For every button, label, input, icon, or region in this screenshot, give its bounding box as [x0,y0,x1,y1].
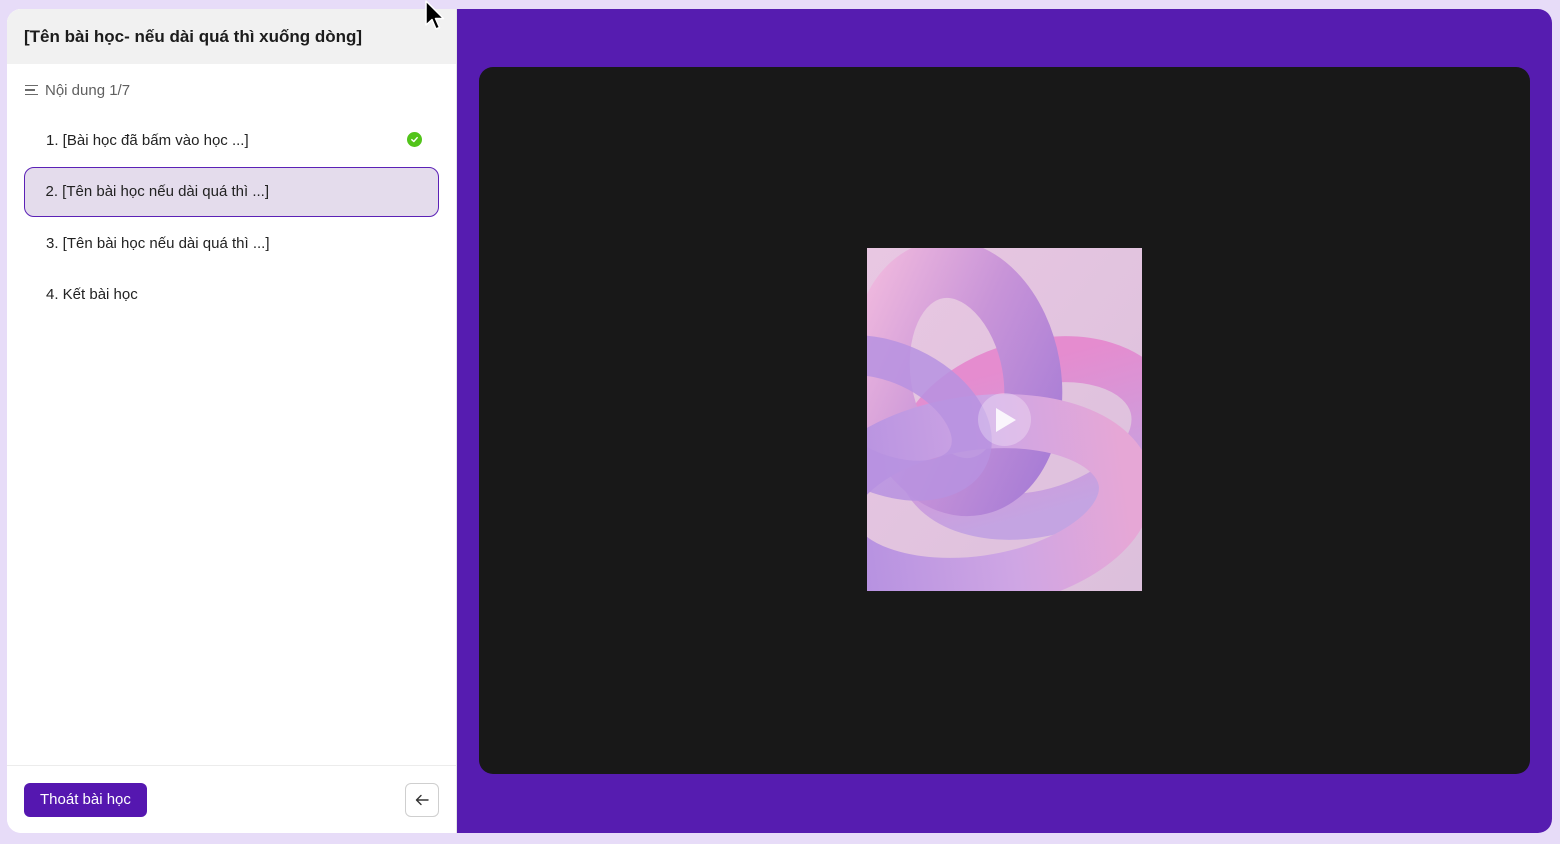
lesson-item-3[interactable]: 3. [Tên bài học nếu dài quá thì ...] [24,218,439,268]
lesson-title: [Tên bài học- nếu dài quá thì xuống dòng… [24,26,363,46]
lesson-item-1[interactable]: 1. [Bài học đã bấm vào học ...] [24,115,439,165]
play-icon [995,407,1016,432]
content-counter-label: Nội dung 1/7 [45,81,131,99]
lesson-sidebar: [Tên bài học- nếu dài quá thì xuống dòng… [7,9,457,833]
play-button[interactable] [978,393,1031,446]
exit-lesson-button[interactable]: Thoát bài học [24,782,147,817]
video-player[interactable] [479,67,1530,774]
arrow-left-icon [415,794,429,805]
lesson-item-label: 2. [Tên bài học nếu dài quá thì ...] [45,183,269,201]
sidebar-header: [Tên bài học- nếu dài quá thì xuống dòng… [7,9,456,64]
content-counter: Nội dung 1/7 [25,81,456,99]
video-thumbnail[interactable] [867,248,1142,591]
app-window: [Tên bài học- nếu dài quá thì xuống dòng… [7,9,1552,833]
lesson-item-4[interactable]: 4. Kết bài học [24,270,439,320]
sidebar-footer: Thoát bài học [7,765,456,833]
check-circle-icon [407,132,422,147]
lesson-item-label: 4. Kết bài học [46,286,138,304]
lesson-item-label: 3. [Tên bài học nếu dài quá thì ...] [46,234,270,252]
lesson-item-label: 1. [Bài học đã bấm vào học ...] [46,131,249,149]
collapse-sidebar-button[interactable] [405,782,439,817]
menu-icon [25,84,38,96]
lesson-item-2[interactable]: 2. [Tên bài học nếu dài quá thì ...] [24,166,439,217]
content-area [457,9,1552,833]
lesson-list: 1. [Bài học đã bấm vào học ...] 2. [Tên … [7,115,456,321]
